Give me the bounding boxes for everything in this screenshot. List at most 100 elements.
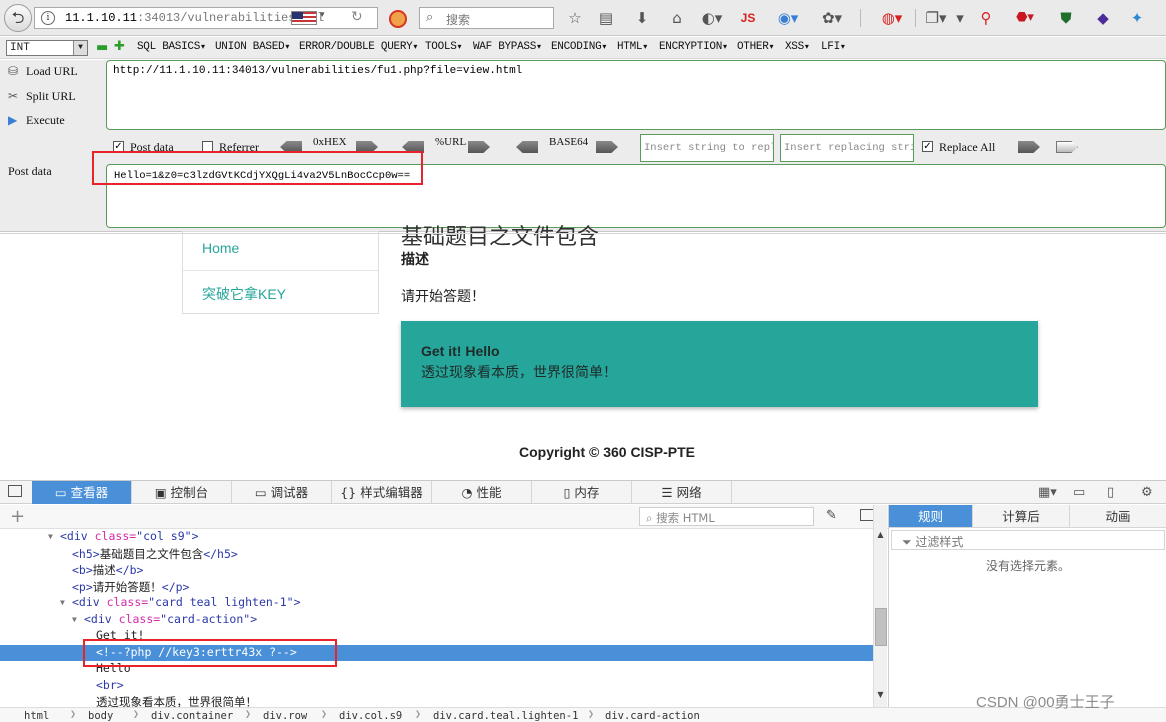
tree-node[interactable]: ▼ <div class="card teal lighten-1"> [0,595,873,612]
minus-icon[interactable]: ▬ [96,40,108,55]
breadcrumb-item[interactable]: div.card.teal.lighten-1 [433,710,578,722]
address-bar[interactable]: i 11.1.10.11:34013/vulnerabilities/ful ▾… [34,7,378,29]
replace-all-checkbox[interactable]: ✓ [922,141,933,152]
adblock-icon[interactable]: ⬣▾ [1011,8,1039,28]
menu-sql-basics[interactable]: SQL BASICS [137,41,205,53]
clipboard-icon[interactable]: ❐▾ [924,8,948,28]
tree-node[interactable]: ▼ <div class="col s9"> [0,529,873,546]
layers-icon[interactable]: ◆ [1094,8,1112,28]
download-icon[interactable]: ⬇ [633,8,651,28]
info-icon[interactable]: i [41,11,55,25]
split-url-button[interactable]: ✂ Split URL [8,89,76,104]
post-data-textarea[interactable]: Hello=1&z0=c3lzdGVtKCdjYXQgLi4va2V5LnBoc… [106,164,1166,228]
shield-icon[interactable]: ⛊ [1057,8,1075,28]
tree-node[interactable]: ▼ <div class="card-action"> [0,612,873,629]
url-textarea[interactable]: http://11.1.10.11:34013/vulnerabilities/… [106,60,1166,130]
star-icon[interactable]: ☆ [566,8,584,28]
replace-arrow-icon[interactable] [1018,141,1040,153]
tab-console[interactable]: ▣ 控制台 [132,481,232,504]
plus-icon[interactable]: ✚ [114,39,125,54]
url-encode-arrow-icon[interactable] [468,141,490,153]
tab-performance[interactable]: ◔ 性能 [432,481,532,504]
menu-xss[interactable]: XSS [785,41,809,53]
chevron-down-icon[interactable]: ▾ [320,10,325,20]
expand-triangle-icon[interactable]: ▼ [48,532,53,541]
html-search-input[interactable]: ⌕ 搜索 HTML [639,507,814,526]
insert-replacing-input[interactable]: Insert replacing strin [780,134,914,162]
expand-triangle-icon[interactable]: ▼ [72,615,77,624]
search-bar[interactable]: ⌕ 搜索 [419,7,554,29]
hex-decode-arrow-icon[interactable] [280,141,302,153]
record-icon[interactable]: ◍▾ [878,8,906,28]
breadcrumb-item[interactable]: div.col.s9 [339,710,402,722]
insert-string-input[interactable]: Insert string to repl [640,134,774,162]
palette-icon[interactable]: ✿▾ [820,8,844,28]
menu-waf-bypass[interactable]: WAF BYPASS [473,41,541,53]
element-picker-icon[interactable] [8,485,22,497]
tab-inspector[interactable]: ▭ 查看器 [32,481,132,504]
scroll-down-icon[interactable]: ▼ [875,690,886,702]
markup-scrollbar[interactable]: ▲ ▼ [873,505,887,707]
breadcrumb-item[interactable]: body [88,710,113,722]
tab-computed[interactable]: 计算后 [973,505,1070,528]
scroll-up-icon[interactable]: ▲ [875,530,886,542]
toggle-sidebar-icon[interactable] [860,509,874,521]
base64-decode-arrow-icon[interactable] [516,141,538,153]
eyedropper-icon[interactable]: ✎ [826,508,837,523]
menu-other[interactable]: OTHER [737,41,773,53]
post-data-checkbox[interactable]: ✓ [113,141,124,152]
tab-memory[interactable]: ▯ 内存 [532,481,632,504]
execute-button[interactable]: ▶ Execute [8,113,65,128]
responsive-icon[interactable]: ▯ [1107,485,1114,500]
layout-icon[interactable]: ▦▾ [1038,485,1057,500]
menu-union-based[interactable]: UNION BASED [215,41,289,53]
scroll-thumb[interactable] [875,608,887,646]
base64-encode-arrow-icon[interactable] [596,141,618,153]
tree-node[interactable]: Hello [0,661,873,678]
filter-styles-input[interactable]: ⏷ 过滤样式 [891,530,1165,550]
menu-encryption[interactable]: ENCRYPTION [659,41,727,53]
tree-node[interactable]: <br> [0,678,873,695]
gear-icon[interactable]: ⚙ [1141,485,1153,500]
load-url-button[interactable]: ⛁ Load URL [8,64,78,79]
menu-encoding[interactable]: ENCODING [551,41,606,53]
nimbus-icon[interactable]: ✦ [1128,8,1146,28]
breadcrumb-item[interactable]: div.card-action [605,710,700,722]
home-icon[interactable]: ⌂ [668,8,686,28]
hex-encode-arrow-icon[interactable] [356,141,378,153]
reading-list-icon[interactable]: ▤ [597,8,615,28]
tab-network[interactable]: ☰ 网络 [632,481,732,504]
menu-error-double-query[interactable]: ERROR/DOUBLE QUERY [299,41,417,53]
chevron-down-icon[interactable]: ▾ [954,8,966,28]
nav-home-link[interactable]: Home [202,240,239,256]
globe-icon[interactable]: ◐▾ [700,8,724,28]
zoom-icon[interactable]: ⚲ [977,8,995,28]
breadcrumb-item[interactable]: html [24,710,49,722]
referrer-checkbox[interactable] [202,141,213,152]
reload-icon[interactable]: ↻ [351,9,363,25]
breadcrumb-item[interactable]: div.row [263,710,307,722]
tree-node-selected[interactable]: <!--?php //key3:erttr43x ?--> [0,644,873,661]
breadcrumb-item[interactable]: div.container [151,710,233,722]
tree-node[interactable]: Get it! [0,628,873,645]
tree-node[interactable]: <p>请开始答题！</p> [0,579,873,596]
expand-triangle-icon[interactable]: ▼ [60,598,65,607]
tab-style-editor[interactable]: {} 样式编辑器 [332,481,432,504]
menu-tools[interactable]: TOOLS [425,41,461,53]
add-node-icon[interactable]: + [10,506,25,527]
tree-node[interactable]: 透过现象看本质，世界很简单！ [0,694,873,707]
tab-animations[interactable]: 动画 [1070,505,1166,528]
tab-debugger[interactable]: ▭ 调试器 [232,481,332,504]
replace-back-arrow-icon[interactable] [1056,141,1078,153]
us-flag-icon[interactable] [291,11,317,25]
nav-key-link[interactable]: 突破它拿KEY [202,284,286,304]
type-select[interactable]: INT ▼ [6,40,88,56]
menu-lfi[interactable]: LFI [821,41,845,53]
tree-node[interactable]: <h5>基础题目之文件包含</h5> [0,546,873,563]
back-button[interactable]: ⮌ [4,4,32,32]
url-decode-arrow-icon[interactable] [402,141,424,153]
noscript-icon[interactable] [389,10,407,28]
js-toggle-icon[interactable]: JS [738,8,758,28]
menu-html[interactable]: HTML [617,41,647,53]
dock-icon[interactable]: ▭ [1073,485,1085,500]
